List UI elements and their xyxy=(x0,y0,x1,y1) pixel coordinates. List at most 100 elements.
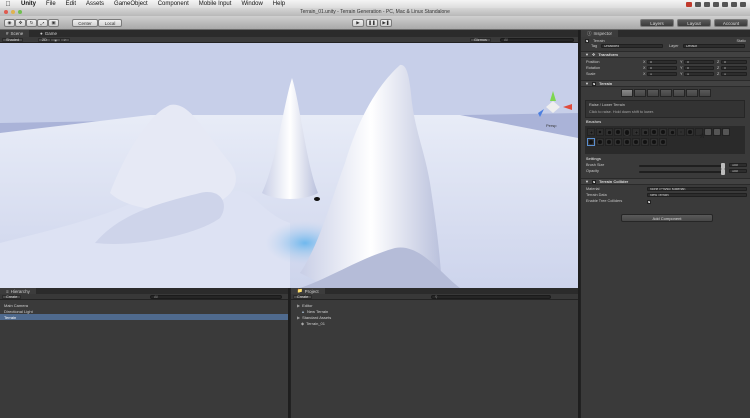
transform-header[interactable]: ▼ ✥ Transform xyxy=(581,51,750,58)
menu-help[interactable]: Help xyxy=(268,1,290,7)
brush-size-field[interactable]: 100 xyxy=(729,163,747,167)
rotation-x-field[interactable]: 0 xyxy=(647,66,677,70)
place-trees-tool-button[interactable] xyxy=(673,89,685,97)
brush-item[interactable] xyxy=(632,128,640,136)
hierarchy-create-button[interactable]: Create xyxy=(2,295,22,299)
menu-file[interactable]: File xyxy=(41,1,61,7)
rotate-tool-button[interactable]: ↻ xyxy=(26,19,37,27)
menu-window[interactable]: Window xyxy=(236,1,267,7)
shading-mode-dropdown[interactable]: Shaded xyxy=(2,38,24,42)
terrain-collider-header[interactable]: ▼ ✓ Terrain Collider xyxy=(581,178,750,185)
brush-item[interactable] xyxy=(632,138,640,146)
project-create-button[interactable]: Create xyxy=(293,295,313,299)
brush-item[interactable] xyxy=(704,128,712,136)
tab-scene[interactable]: # Scene xyxy=(0,30,30,37)
material-field[interactable]: None (Physic Material) xyxy=(647,187,747,191)
terrain-enabled-checkbox[interactable]: ✓ xyxy=(591,81,596,86)
menu-gameobject[interactable]: GameObject xyxy=(109,1,153,7)
brush-item[interactable] xyxy=(587,128,595,136)
play-button[interactable]: ▶ xyxy=(352,19,364,27)
hand-tool-button[interactable]: ◉ xyxy=(4,19,15,27)
terrain-header[interactable]: ▼ ✓ Terrain xyxy=(581,80,750,87)
static-toggle[interactable]: Static xyxy=(737,39,747,43)
scale-y-field[interactable]: 1 xyxy=(684,72,714,76)
opacity-field[interactable]: 100 xyxy=(729,169,747,173)
close-window-icon[interactable] xyxy=(4,10,8,14)
rotation-y-field[interactable]: 0 xyxy=(684,66,714,70)
position-z-field[interactable]: 0 xyxy=(721,60,747,64)
brush-item[interactable] xyxy=(596,128,604,136)
brush-item-selected[interactable] xyxy=(587,138,595,146)
record-icon[interactable] xyxy=(686,1,692,7)
brush-item[interactable] xyxy=(668,128,676,136)
layer-dropdown[interactable]: Default xyxy=(683,44,745,48)
persp-label[interactable]: Persp xyxy=(546,123,557,128)
position-x-field[interactable]: 0 xyxy=(647,60,677,64)
pivot-mode-button[interactable]: Center xyxy=(72,19,98,27)
scale-tool-button[interactable]: ⤢ xyxy=(37,19,48,27)
hierarchy-item-terrain[interactable]: Terrain xyxy=(0,314,288,320)
pause-button[interactable]: ❚❚ xyxy=(366,19,378,27)
status-icon[interactable] xyxy=(740,1,746,7)
audio-toggle-button[interactable]: ♪ xyxy=(60,38,70,42)
menu-component[interactable]: Component xyxy=(153,1,194,7)
raise-lower-tool-button[interactable] xyxy=(621,89,633,97)
brush-item[interactable] xyxy=(605,128,613,136)
status-icon[interactable] xyxy=(704,1,710,7)
brush-item[interactable] xyxy=(614,138,622,146)
add-component-button[interactable]: Add Component xyxy=(621,214,713,222)
brush-item[interactable] xyxy=(614,128,622,136)
step-button[interactable]: ▶❚ xyxy=(380,19,392,27)
brush-item[interactable] xyxy=(722,128,730,136)
tab-game[interactable]: ● Game xyxy=(34,30,63,37)
brush-item[interactable] xyxy=(713,128,721,136)
brush-item[interactable] xyxy=(623,128,631,136)
menu-unity[interactable]: Unity xyxy=(16,1,41,7)
project-item-terrain-01[interactable]: ◆ Terrain_01 xyxy=(291,320,578,326)
brush-item[interactable] xyxy=(677,128,685,136)
opacity-slider[interactable] xyxy=(639,169,725,175)
brush-item[interactable] xyxy=(623,138,631,146)
zoom-window-icon[interactable] xyxy=(18,10,22,14)
layout-dropdown[interactable]: Layout xyxy=(677,19,711,27)
terrain-settings-tool-button[interactable] xyxy=(699,89,711,97)
brush-item[interactable] xyxy=(641,138,649,146)
opacity-knob[interactable] xyxy=(720,169,725,175)
minimize-window-icon[interactable] xyxy=(11,10,15,14)
status-icon[interactable] xyxy=(713,1,719,7)
brush-item[interactable] xyxy=(650,128,658,136)
brush-item[interactable] xyxy=(605,138,613,146)
paint-height-tool-button[interactable] xyxy=(634,89,646,97)
scene-viewport[interactable]: Persp xyxy=(0,43,578,288)
project-search-input[interactable]: ⚲ xyxy=(431,295,551,299)
star-brush[interactable]: ☆ xyxy=(695,128,705,140)
paint-texture-tool-button[interactable] xyxy=(660,89,672,97)
brush-item[interactable] xyxy=(659,128,667,136)
scale-x-field[interactable]: 1 xyxy=(647,72,677,76)
2d-toggle-button[interactable]: 2D xyxy=(38,38,51,42)
position-y-field[interactable]: 0 xyxy=(684,60,714,64)
tab-inspector[interactable]: ⓘ Inspector xyxy=(581,30,619,37)
account-dropdown[interactable]: Account xyxy=(714,19,748,27)
menu-mobile-input[interactable]: Mobile Input xyxy=(194,1,237,7)
paint-details-tool-button[interactable] xyxy=(686,89,698,97)
scene-search-input[interactable]: All xyxy=(500,38,574,42)
apple-icon[interactable]:  xyxy=(0,1,16,8)
object-name-field[interactable]: Terrain xyxy=(593,39,605,43)
tag-dropdown[interactable]: Untagged xyxy=(601,44,663,48)
scale-z-field[interactable]: 1 xyxy=(721,72,747,76)
menu-edit[interactable]: Edit xyxy=(61,1,81,7)
brush-item[interactable] xyxy=(650,138,658,146)
hierarchy-search-input[interactable]: All xyxy=(150,295,282,299)
collider-enabled-checkbox[interactable]: ✓ xyxy=(591,179,596,184)
enable-tree-colliders-checkbox[interactable]: ✓ xyxy=(647,199,651,205)
move-tool-button[interactable]: ✥ xyxy=(15,19,26,27)
brush-item[interactable] xyxy=(659,138,667,146)
brush-item[interactable] xyxy=(686,128,694,136)
terrain-data-field[interactable]: New Terrain xyxy=(647,193,747,197)
status-icon[interactable] xyxy=(695,1,701,7)
smooth-height-tool-button[interactable] xyxy=(647,89,659,97)
layers-dropdown[interactable]: Layers xyxy=(640,19,674,27)
menu-assets[interactable]: Assets xyxy=(81,1,109,7)
rect-tool-button[interactable]: ▣ xyxy=(48,19,59,27)
